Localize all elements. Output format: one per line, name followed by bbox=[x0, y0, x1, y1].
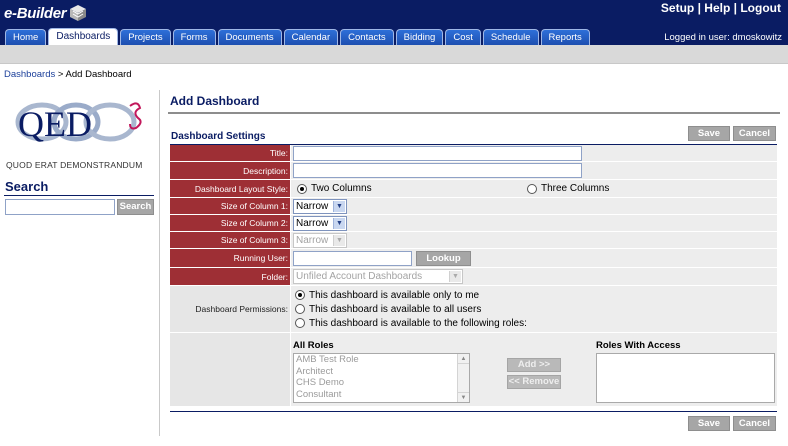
scroll-down-icon[interactable]: ▼ bbox=[458, 392, 469, 402]
column1-select[interactable]: Narrow ▼ bbox=[293, 198, 347, 214]
column2-row: Size of Column 2: Narrow ▼ bbox=[170, 215, 777, 232]
tab-bidding[interactable]: Bidding bbox=[395, 29, 444, 45]
list-item[interactable]: CHS Demo bbox=[294, 377, 469, 389]
title-row: Title: bbox=[170, 145, 777, 162]
roles-with-access-list[interactable] bbox=[596, 353, 775, 403]
scroll-up-icon[interactable]: ▲ bbox=[458, 354, 469, 364]
dashboard-settings-form: Title: Description: Dashboard Layout Sty… bbox=[170, 145, 777, 407]
permission-all-users-radio[interactable]: This dashboard is available to all users bbox=[295, 304, 481, 315]
tab-projects[interactable]: Projects bbox=[120, 29, 171, 45]
cancel-button-top[interactable]: Cancel bbox=[733, 126, 776, 141]
search-button[interactable]: Search bbox=[117, 199, 154, 215]
chevron-down-icon: ▼ bbox=[333, 200, 345, 212]
permissions-label: Dashboard Permissions: bbox=[170, 286, 291, 332]
radio-empty-icon bbox=[295, 318, 305, 328]
logo-subtitle: QUOD ERAT DEMONSTRANDUM bbox=[6, 160, 143, 170]
tab-dashboards[interactable]: Dashboards bbox=[48, 28, 119, 45]
logout-link[interactable]: Logout bbox=[740, 1, 781, 15]
all-roles-scrollbar[interactable]: ▲ ▼ bbox=[457, 354, 469, 402]
title-divider bbox=[168, 112, 780, 114]
search-heading: Search bbox=[5, 179, 49, 194]
radio-empty-icon bbox=[295, 304, 305, 314]
search-divider bbox=[4, 195, 154, 196]
sub-toolbar bbox=[0, 45, 788, 64]
column3-select: Narrow ▼ bbox=[293, 232, 347, 248]
breadcrumb: Dashboards > Add Dashboard bbox=[4, 69, 132, 80]
list-item[interactable]: Consultant bbox=[294, 389, 469, 401]
running-user-row: Running User: Lookup bbox=[170, 249, 777, 268]
brand-name: e-Builder bbox=[4, 4, 67, 22]
column1-label: Size of Column 1: bbox=[170, 198, 291, 214]
title-input[interactable] bbox=[293, 145, 582, 161]
tab-contacts[interactable]: Contacts bbox=[340, 29, 394, 45]
main-tabs: Home Dashboards Projects Forms Documents… bbox=[5, 28, 590, 46]
add-role-button[interactable]: Add >> bbox=[507, 358, 561, 372]
layout-two-columns-radio[interactable]: Two Columns bbox=[297, 183, 372, 194]
app-logo[interactable]: e-Builder bbox=[4, 2, 87, 24]
breadcrumb-current: Add Dashboard bbox=[65, 69, 132, 80]
description-row: Description: bbox=[170, 162, 777, 180]
description-label: Description: bbox=[170, 162, 291, 179]
radio-empty-icon bbox=[527, 183, 537, 194]
tab-reports[interactable]: Reports bbox=[540, 29, 590, 45]
breadcrumb-separator: > bbox=[55, 69, 66, 80]
all-roles-list[interactable]: AMB Test Role Architect CHS Demo Consult… bbox=[293, 353, 470, 403]
column3-row: Size of Column 3: Narrow ▼ bbox=[170, 232, 777, 249]
folder-label: Folder: bbox=[170, 268, 291, 285]
tab-home[interactable]: Home bbox=[5, 29, 47, 45]
lookup-button[interactable]: Lookup bbox=[416, 250, 471, 266]
breadcrumb-dashboards-link[interactable]: Dashboards bbox=[4, 69, 55, 80]
column3-label: Size of Column 3: bbox=[170, 232, 291, 248]
top-bar: e-Builder Setup | Help | Logout Home Das… bbox=[0, 0, 788, 45]
bottom-divider bbox=[170, 411, 777, 412]
layout-label: Dashboard Layout Style: bbox=[170, 180, 291, 197]
save-button-top[interactable]: Save bbox=[688, 126, 730, 141]
column2-select[interactable]: Narrow ▼ bbox=[293, 215, 347, 231]
tab-forms[interactable]: Forms bbox=[172, 29, 216, 45]
tab-documents[interactable]: Documents bbox=[217, 29, 282, 45]
list-item[interactable]: Architect bbox=[294, 366, 469, 378]
column2-label: Size of Column 2: bbox=[170, 215, 291, 231]
permission-roles-radio[interactable]: This dashboard is available to the follo… bbox=[295, 318, 527, 329]
radio-selected-icon bbox=[297, 183, 307, 194]
page-title: Add Dashboard bbox=[170, 94, 260, 108]
chevron-down-icon: ▼ bbox=[449, 271, 461, 282]
left-sidebar: QED QUOD ERAT DEMONSTRANDUM Search Searc… bbox=[0, 88, 158, 438]
logged-in-user: Logged in user: dmoskowitz bbox=[664, 32, 782, 43]
permission-only-me-radio[interactable]: This dashboard is available only to me bbox=[295, 290, 479, 301]
section-title: Dashboard Settings bbox=[171, 131, 266, 142]
chevron-down-icon: ▼ bbox=[333, 234, 345, 246]
permissions-row: Dashboard Permissions: This dashboard is… bbox=[170, 286, 777, 333]
folder-select: Unfiled Account Dashboards ▼ bbox=[293, 269, 463, 284]
list-item[interactable]: AMB Test Role bbox=[294, 354, 469, 366]
layout-row: Dashboard Layout Style: Two Columns Thre… bbox=[170, 180, 777, 198]
roles-with-access-title: Roles With Access bbox=[596, 340, 681, 351]
tab-calendar[interactable]: Calendar bbox=[283, 29, 339, 45]
roles-row: All Roles AMB Test Role Architect CHS De… bbox=[170, 333, 777, 407]
running-user-input[interactable] bbox=[293, 250, 412, 266]
top-links: Setup | Help | Logout bbox=[660, 1, 781, 15]
cancel-button-bottom[interactable]: Cancel bbox=[733, 416, 776, 431]
tab-cost[interactable]: Cost bbox=[445, 29, 481, 45]
search-input[interactable] bbox=[5, 199, 115, 215]
description-input[interactable] bbox=[293, 163, 582, 178]
svg-text:QED: QED bbox=[18, 104, 92, 144]
save-button-bottom[interactable]: Save bbox=[688, 416, 730, 431]
setup-link[interactable]: Setup bbox=[661, 1, 694, 15]
radio-selected-icon bbox=[295, 290, 305, 300]
running-user-label: Running User: bbox=[170, 249, 291, 267]
column1-row: Size of Column 1: Narrow ▼ bbox=[170, 198, 777, 215]
folder-row: Folder: Unfiled Account Dashboards ▼ bbox=[170, 268, 777, 286]
chevron-down-icon: ▼ bbox=[333, 217, 345, 229]
title-label: Title: bbox=[170, 145, 291, 161]
qed-logo: QED bbox=[15, 102, 142, 144]
tab-schedule[interactable]: Schedule bbox=[482, 29, 539, 45]
layout-three-columns-radio[interactable]: Three Columns bbox=[527, 183, 609, 194]
remove-role-button[interactable]: << Remove bbox=[507, 375, 561, 389]
sidebar-divider bbox=[159, 90, 160, 436]
cube-logo-icon bbox=[70, 5, 87, 21]
help-link[interactable]: Help bbox=[704, 1, 730, 15]
all-roles-title: All Roles bbox=[293, 340, 334, 351]
